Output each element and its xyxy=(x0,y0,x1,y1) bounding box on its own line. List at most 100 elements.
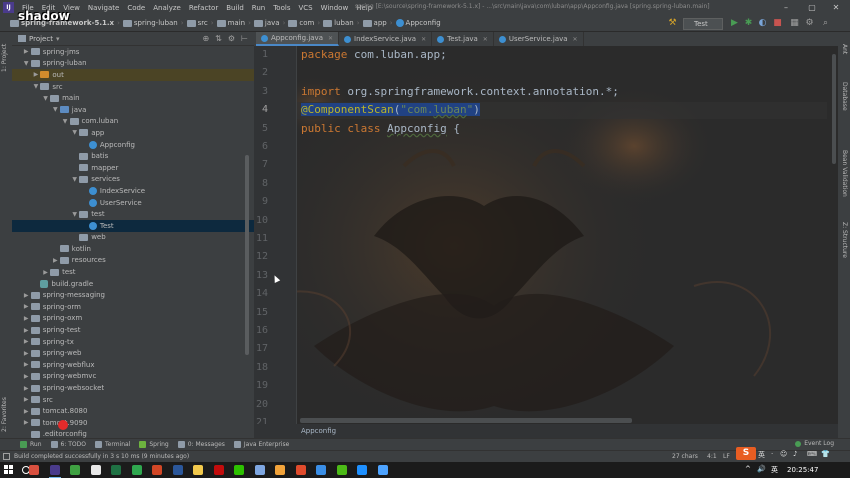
tool-window-button[interactable]: Run xyxy=(20,441,42,448)
browser-icon[interactable] xyxy=(90,465,101,475)
chevron-right-icon[interactable]: ▶ xyxy=(22,373,31,380)
chevron-right-icon[interactable]: ▶ xyxy=(22,315,31,322)
intellij-icon[interactable] xyxy=(48,465,61,478)
chevron-down-icon[interactable]: ▼ xyxy=(70,176,79,183)
sogou-ime-icon[interactable]: S xyxy=(736,447,756,460)
tool-window-button[interactable]: 6: TODO xyxy=(50,441,86,448)
menu-tools[interactable]: Tools xyxy=(269,4,294,12)
ime-emoji-icon[interactable]: ☺ xyxy=(780,450,787,458)
debug-icon[interactable]: ✱ xyxy=(743,18,754,29)
tool-window-button[interactable]: Java Enterprise xyxy=(233,441,289,448)
tree-item[interactable]: ▶ spring-web xyxy=(12,347,254,359)
line-number[interactable]: 5 xyxy=(254,123,268,134)
close-icon[interactable]: ✕ xyxy=(830,2,842,13)
line-number[interactable]: 7 xyxy=(254,159,268,170)
tree-item[interactable]: ▶ src xyxy=(12,394,254,406)
chevron-right-icon[interactable]: ▶ xyxy=(51,257,60,264)
line-number[interactable]: 12 xyxy=(254,251,268,262)
tree-item[interactable]: ▶ tomcat.8080 xyxy=(12,405,254,417)
collapse-all-icon[interactable]: ⇅ xyxy=(215,34,222,43)
structure-tool-tab[interactable]: Z: Structure xyxy=(841,222,848,258)
nav-crumb[interactable]: main › xyxy=(216,19,251,27)
tree-item[interactable]: Test xyxy=(12,219,254,232)
windows-start-icon[interactable] xyxy=(4,465,14,475)
ime-skin-icon[interactable]: 👕 xyxy=(821,450,830,458)
chevron-right-icon[interactable]: ▶ xyxy=(22,361,31,368)
tree-item[interactable]: mapper xyxy=(12,162,254,174)
tree-item[interactable]: ▶ resources xyxy=(12,255,254,267)
close-tab-icon[interactable]: ✕ xyxy=(483,36,488,43)
menu-analyze[interactable]: Analyze xyxy=(149,4,185,12)
menu-window[interactable]: Window xyxy=(317,4,353,12)
chevron-down-icon[interactable]: ▼ xyxy=(51,106,60,113)
project-tool-tab[interactable]: 1: Project xyxy=(1,44,8,72)
line-number[interactable]: 16 xyxy=(254,325,268,336)
wechat-icon[interactable] xyxy=(234,465,244,475)
editor-tab[interactable]: UserService.java ✕ xyxy=(494,32,584,46)
nav-crumb[interactable]: src › xyxy=(186,19,214,27)
menu-run[interactable]: Run xyxy=(248,4,269,12)
line-number[interactable]: 15 xyxy=(254,307,268,318)
chevron-right-icon[interactable]: ▶ xyxy=(41,269,50,276)
menu-build[interactable]: Build xyxy=(222,4,248,12)
line-number[interactable]: 10 xyxy=(254,215,268,226)
code-line-4[interactable]: @ComponentScan("com.luban") xyxy=(301,103,480,116)
nav-crumb[interactable]: Appconfig xyxy=(395,19,441,27)
tree-item[interactable]: ▼ services xyxy=(12,174,254,186)
game-icon[interactable] xyxy=(295,465,306,475)
chevron-right-icon[interactable]: ▶ xyxy=(31,71,40,78)
line-number[interactable]: 4 xyxy=(254,104,268,115)
run-icon[interactable]: ▶ xyxy=(729,18,740,29)
editor-breadcrumb[interactable]: Appconfig xyxy=(254,424,838,438)
search-everywhere-icon[interactable]: ⌕ xyxy=(820,18,831,29)
tree-item[interactable]: ▶ spring-messaging xyxy=(12,289,254,301)
tree-item[interactable]: batis xyxy=(12,150,254,162)
app-360-icon[interactable] xyxy=(70,465,80,475)
menu-refactor[interactable]: Refactor xyxy=(185,4,222,12)
ime-keyboard-icon[interactable]: ⌨ xyxy=(807,450,817,458)
qq-music-icon[interactable] xyxy=(131,465,142,475)
tree-item[interactable]: ▼ app xyxy=(12,127,254,139)
chevron-down-icon[interactable]: ▼ xyxy=(22,60,31,67)
volume-icon[interactable]: 🔊 xyxy=(757,465,766,473)
tree-item[interactable]: ▶ spring-jms xyxy=(12,46,254,58)
project-structure-icon[interactable]: ▦ xyxy=(789,18,800,29)
mail-icon[interactable] xyxy=(254,465,265,475)
chevron-right-icon[interactable]: ▶ xyxy=(22,48,31,55)
photos-icon[interactable] xyxy=(275,465,285,475)
build-hammer-icon[interactable]: ⚒ xyxy=(667,18,678,29)
line-number[interactable]: 9 xyxy=(254,196,268,207)
nav-crumb[interactable]: spring-luban › xyxy=(122,19,184,27)
music-icon[interactable] xyxy=(316,465,326,475)
chevron-right-icon[interactable]: ▶ xyxy=(22,303,31,310)
status-message[interactable]: Build completed successfully in 3 s 10 m… xyxy=(14,453,189,460)
tree-item[interactable]: ▶ spring-webflux xyxy=(12,359,254,371)
tree-item[interactable]: ▼ main xyxy=(12,92,254,104)
event-log-button[interactable]: Event Log xyxy=(795,440,834,447)
taskbar-clock[interactable]: 20:25:47 xyxy=(787,466,818,474)
excel-icon[interactable] xyxy=(111,465,121,475)
minimize-icon[interactable]: – xyxy=(780,2,792,13)
tree-item[interactable]: .editorconfig xyxy=(12,429,254,438)
close-tab-icon[interactable]: ✕ xyxy=(328,35,333,42)
chat-icon[interactable] xyxy=(377,465,388,475)
tree-item[interactable]: build.gradle xyxy=(12,278,254,290)
chevron-down-icon[interactable]: ▼ xyxy=(61,118,70,125)
settings-icon[interactable]: ⚙ xyxy=(804,18,815,29)
qq-icon[interactable] xyxy=(193,465,203,475)
close-tab-icon[interactable]: ✕ xyxy=(421,36,426,43)
line-number[interactable]: 14 xyxy=(254,288,268,299)
status-line-separator[interactable]: LF xyxy=(723,453,730,460)
line-number[interactable]: 19 xyxy=(254,380,268,391)
netease-icon[interactable] xyxy=(213,465,224,475)
word-icon[interactable] xyxy=(172,465,183,475)
line-number[interactable]: 8 xyxy=(254,178,268,189)
code-line-1[interactable]: package com.luban.app; xyxy=(301,48,447,61)
tool-window-button[interactable]: Spring xyxy=(139,441,169,448)
tree-item[interactable]: ▼ spring-luban xyxy=(12,58,254,70)
tree-item[interactable]: ▶ spring-oxm xyxy=(12,313,254,325)
gear-icon[interactable]: ⚙ xyxy=(228,34,235,43)
editor-vertical-scrollbar[interactable] xyxy=(832,54,836,164)
line-number[interactable]: 2 xyxy=(254,67,268,78)
tool-window-button[interactable]: Terminal xyxy=(95,441,130,448)
